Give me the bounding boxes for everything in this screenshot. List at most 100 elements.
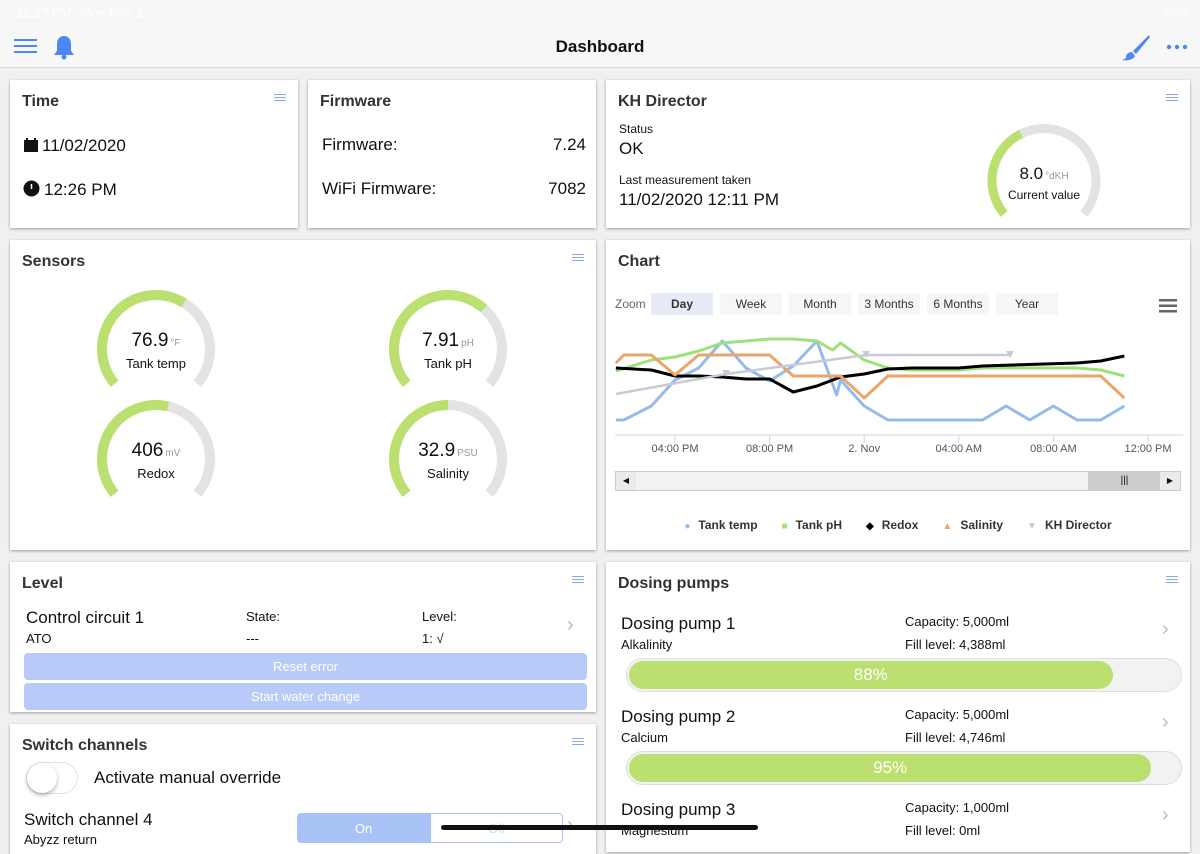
wifi-firmware-label: WiFi Firmware: [322, 179, 437, 198]
pump-capacity: Capacity: 1,000ml [905, 800, 1010, 815]
manual-override-toggle[interactable] [26, 762, 78, 794]
legend-item[interactable]: ■ Tank pH [782, 518, 843, 532]
firmware-value: 7.24 [552, 135, 586, 154]
chevron-right-icon[interactable]: › [1162, 711, 1169, 734]
pump-subtitle: Calcium [621, 730, 668, 745]
brush-icon[interactable] [1121, 33, 1151, 61]
dosing-pump-row[interactable]: Dosing pump 3 Magnesium Capacity: 1,000m… [606, 796, 1190, 852]
legend-diamond-icon: ◆ [866, 521, 874, 532]
channel-subtitle: Abyzz return [24, 832, 97, 847]
x-tick-label: 08:00 AM [1030, 443, 1076, 455]
line-chart: 04:00 PM 08:00 PM 2. Nov 04:00 AM 08:00 AM 12… [614, 337, 1183, 455]
scroll-thumb[interactable]: ||| [1088, 472, 1161, 490]
pump-subtitle: Alkalinity [621, 637, 673, 652]
nav-bar: Dashboard [0, 24, 1200, 68]
gauge-unit: °dKH [1045, 171, 1069, 182]
dosing-pump-row[interactable]: Dosing pump 1 Alkalinity Capacity: 5,000… [606, 610, 1190, 703]
list-menu-icon[interactable] [572, 574, 584, 586]
gauge-label: Salinity [427, 466, 469, 481]
fill-progress-bar: 95% [626, 751, 1182, 785]
x-tick-label: 08:00 PM [746, 443, 793, 455]
gauge-arc [389, 400, 507, 497]
gauge-value: 8.0 [1019, 164, 1044, 183]
legend-triangle-down-icon: ▼ [1027, 521, 1037, 532]
more-icon[interactable] [1166, 44, 1190, 50]
legend-label: Tank pH [795, 518, 843, 532]
chart-legend: ● Tank temp ■ Tank pH ◆ Redox ▲ Salinity ▼ KH Dir… [606, 518, 1190, 532]
gauge-value: 32.9 [418, 440, 456, 461]
status-label: Status [619, 122, 654, 136]
gauge-label: Current value [1007, 188, 1081, 202]
gauge-value: 76.9 [131, 330, 169, 351]
dosing-pump-row[interactable]: Dosing pump 2 Calcium Capacity: 5,000ml … [606, 703, 1190, 796]
battery-level: 99% [1163, 5, 1190, 20]
list-menu-icon[interactable] [274, 92, 286, 104]
legend-label: Salinity [960, 518, 1004, 532]
pump-name: Dosing pump 3 [621, 800, 736, 819]
chart-scrollbar[interactable]: ◀ ||| ▶ [615, 471, 1181, 491]
toggle-knob [27, 763, 57, 793]
legend-label: KH Director [1044, 518, 1112, 532]
start-water-change-button[interactable]: Start water change [24, 683, 587, 710]
legend-square-icon: ■ [781, 521, 788, 532]
dosing-pumps-card: Dosing pumps Dosing pump 1 Alkalinity Ca… [606, 562, 1190, 852]
list-menu-icon[interactable] [1166, 574, 1178, 586]
status-bar: 12:27 PM Mon Nov 2 99% [0, 0, 1200, 24]
level-label: Level: [422, 609, 457, 624]
state-value: --- [246, 631, 259, 646]
sensor-gauge: 32.9 PSU Salinity [388, 398, 508, 508]
legend-triangle-icon: ▲ [942, 521, 953, 532]
reset-error-button[interactable]: Reset error [24, 653, 587, 680]
x-tick-label: 2. Nov [848, 443, 880, 455]
calendar-icon [24, 138, 38, 152]
card-title: Firmware [320, 93, 392, 110]
chevron-right-icon[interactable]: › [1162, 804, 1169, 827]
time-value: 12:26 PM [44, 180, 117, 199]
pump-capacity: Capacity: 5,000ml [905, 614, 1010, 629]
legend-label: Tank temp [698, 518, 758, 532]
card-title: KH Director [618, 93, 707, 110]
pump-fill-level: Fill level: 0ml [905, 823, 981, 838]
list-menu-icon[interactable] [1166, 92, 1178, 104]
status-date: Mon Nov 2 [80, 5, 143, 20]
x-tick-label: 04:00 AM [936, 443, 982, 455]
card-title: Time [22, 93, 60, 110]
gauge-value: 7.91 [422, 330, 460, 351]
switch-channels-card: Switch channels Activate manual override… [10, 724, 596, 854]
level-card: Level Control circuit 1 ATO State: --- L… [10, 562, 596, 712]
kh-director-card: KH Director Status OK Last measurement t… [606, 80, 1190, 228]
gauge-value: 406 [131, 440, 164, 461]
legend-item[interactable]: ● Tank temp [684, 518, 757, 532]
wifi-firmware-value: 7082 [548, 179, 586, 198]
clock-icon [23, 180, 40, 197]
fill-progress-bar: 88% [626, 658, 1182, 692]
legend-item[interactable]: ▲ Salinity [942, 518, 1003, 532]
last-measurement-label: Last measurement taken [619, 173, 752, 187]
progress-fill: 88% [629, 661, 1113, 689]
list-menu-icon[interactable] [572, 252, 584, 264]
firmware-label: Firmware: [322, 135, 398, 154]
legend-item[interactable]: ◆ Redox [866, 518, 918, 532]
gauge-unit: pH [461, 338, 474, 349]
x-tick-label: 12:00 PM [1124, 443, 1171, 455]
scroll-left-button[interactable]: ◀ [616, 472, 636, 490]
circuit-subtitle: ATO [26, 631, 52, 646]
home-indicator [441, 825, 758, 830]
sensor-gauge: 7.91 pH Tank pH [388, 288, 508, 398]
firmware-card: Firmware Firmware: 7.24 WiFi Firmware: 7… [308, 80, 596, 228]
list-menu-icon[interactable] [572, 736, 584, 748]
gauge-label: Tank temp [126, 356, 186, 371]
status-value: OK [619, 139, 644, 158]
pump-name: Dosing pump 1 [621, 614, 736, 633]
chevron-right-icon[interactable]: › [567, 614, 574, 637]
circuit-name: Control circuit 1 [26, 608, 145, 627]
sensor-gauge: 76.9 °F Tank temp [96, 288, 216, 398]
legend-item[interactable]: ▼ KH Director [1027, 518, 1112, 532]
legend-circle-icon: ● [684, 521, 691, 532]
manual-override-label: Activate manual override [94, 768, 282, 787]
scroll-right-button[interactable]: ▶ [1160, 472, 1180, 490]
chevron-right-icon[interactable]: › [1162, 618, 1169, 641]
kh-gauge: 8.0 °dKH Current value [984, 122, 1104, 222]
pump-fill-level: Fill level: 4,746ml [905, 730, 1006, 745]
gauge-unit: mV [165, 448, 181, 459]
